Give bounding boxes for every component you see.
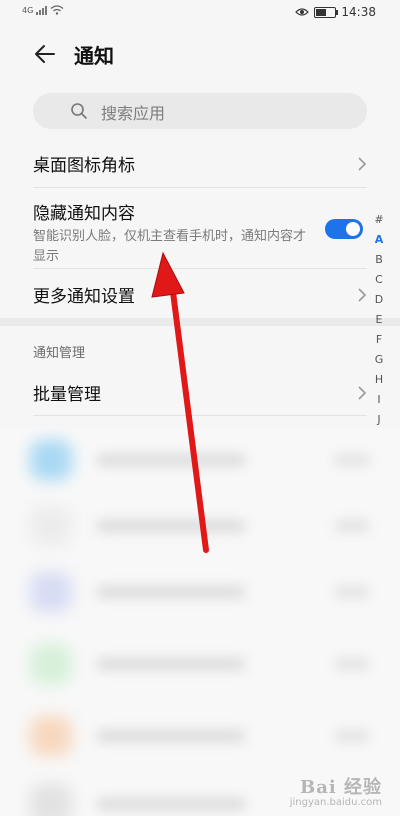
- app-icon: [30, 644, 72, 684]
- divider: [33, 415, 367, 416]
- app-status-blurred: [334, 586, 370, 598]
- search-placeholder: 搜索应用: [101, 104, 166, 123]
- app-status-blurred: [334, 520, 370, 532]
- back-arrow-icon[interactable]: [33, 42, 57, 66]
- eye-icon: [295, 8, 310, 16]
- index-letter-e[interactable]: E: [376, 310, 383, 330]
- battery-icon: [314, 6, 339, 18]
- watermark-main: Bai 经验: [300, 777, 382, 798]
- app-status-blurred: [334, 454, 370, 466]
- notification-settings-screen: 4G 14:38 通知 搜索应用 桌面图标角标 隐藏通知内容 智能识别人脸，仅机…: [0, 0, 400, 816]
- list-item[interactable]: [0, 562, 400, 622]
- batch-management-label: 批量管理: [33, 385, 101, 405]
- page-title: 通知: [74, 44, 114, 68]
- app-name-blurred: [96, 586, 246, 598]
- index-letter-d[interactable]: D: [375, 290, 383, 310]
- search-icon: [71, 103, 87, 119]
- status-bar: 4G 14:38: [0, 0, 400, 26]
- watermark: Bai 经验 jingyan.baidu.com: [290, 773, 382, 808]
- list-item[interactable]: [0, 496, 400, 556]
- alphabet-index-bar[interactable]: # A B C D E F G H I J: [372, 210, 386, 430]
- app-icon: [30, 572, 72, 612]
- list-item[interactable]: [0, 706, 400, 766]
- index-letter-g[interactable]: G: [375, 350, 384, 370]
- watermark-sub: jingyan.baidu.com: [289, 797, 382, 808]
- app-icon: [30, 784, 72, 816]
- index-letter-h[interactable]: H: [375, 370, 383, 390]
- app-name-blurred: [96, 730, 246, 742]
- list-item[interactable]: [0, 634, 400, 694]
- chevron-right-icon: [358, 157, 367, 171]
- app-name-blurred: [96, 798, 246, 810]
- app-list-blurred: [0, 428, 400, 816]
- more-settings-item[interactable]: 更多通知设置: [33, 282, 367, 312]
- app-name-blurred: [96, 520, 246, 532]
- index-letter-hash[interactable]: #: [374, 210, 383, 230]
- divider: [33, 268, 367, 269]
- toggle-knob: [346, 222, 360, 236]
- header: 通知: [0, 32, 400, 76]
- app-name-blurred: [96, 454, 246, 466]
- index-letter-i[interactable]: I: [377, 390, 380, 410]
- signal-icon: [36, 6, 48, 15]
- index-letter-c[interactable]: C: [375, 270, 383, 290]
- desktop-badge-item[interactable]: 桌面图标角标: [33, 151, 367, 181]
- hide-content-label: 隐藏通知内容: [33, 204, 135, 224]
- hide-content-item[interactable]: 隐藏通知内容 智能识别人脸，仅机主查看手机时，通知内容才显示: [33, 199, 367, 264]
- hide-content-description: 智能识别人脸，仅机主查看手机时，通知内容才显示: [33, 229, 307, 264]
- app-icon: [30, 716, 72, 756]
- search-input[interactable]: 搜索应用: [33, 93, 367, 129]
- hide-content-toggle[interactable]: [325, 219, 363, 239]
- divider: [33, 187, 367, 188]
- status-right: 14:38: [295, 5, 376, 19]
- index-letter-b[interactable]: B: [375, 250, 383, 270]
- batch-management-item[interactable]: 批量管理: [33, 380, 367, 410]
- desktop-badge-label: 桌面图标角标: [33, 156, 135, 176]
- signal-area: 4G: [22, 5, 64, 15]
- app-status-blurred: [334, 730, 370, 742]
- more-settings-label: 更多通知设置: [33, 287, 135, 307]
- wifi-icon: [50, 5, 64, 15]
- chevron-right-icon: [358, 288, 367, 302]
- index-letter-a[interactable]: A: [375, 230, 384, 250]
- section-header-notification-management: 通知管理: [33, 346, 86, 361]
- app-icon: [30, 506, 72, 546]
- index-letter-j[interactable]: J: [377, 410, 380, 430]
- app-status-blurred: [334, 658, 370, 670]
- clock: 14:38: [341, 5, 376, 19]
- app-icon: [30, 440, 72, 480]
- network-type: 4G: [22, 6, 34, 15]
- section-separator: [0, 318, 400, 326]
- app-name-blurred: [96, 658, 246, 670]
- index-letter-f[interactable]: F: [376, 330, 382, 350]
- list-item[interactable]: [0, 430, 400, 490]
- chevron-right-icon: [358, 386, 367, 400]
